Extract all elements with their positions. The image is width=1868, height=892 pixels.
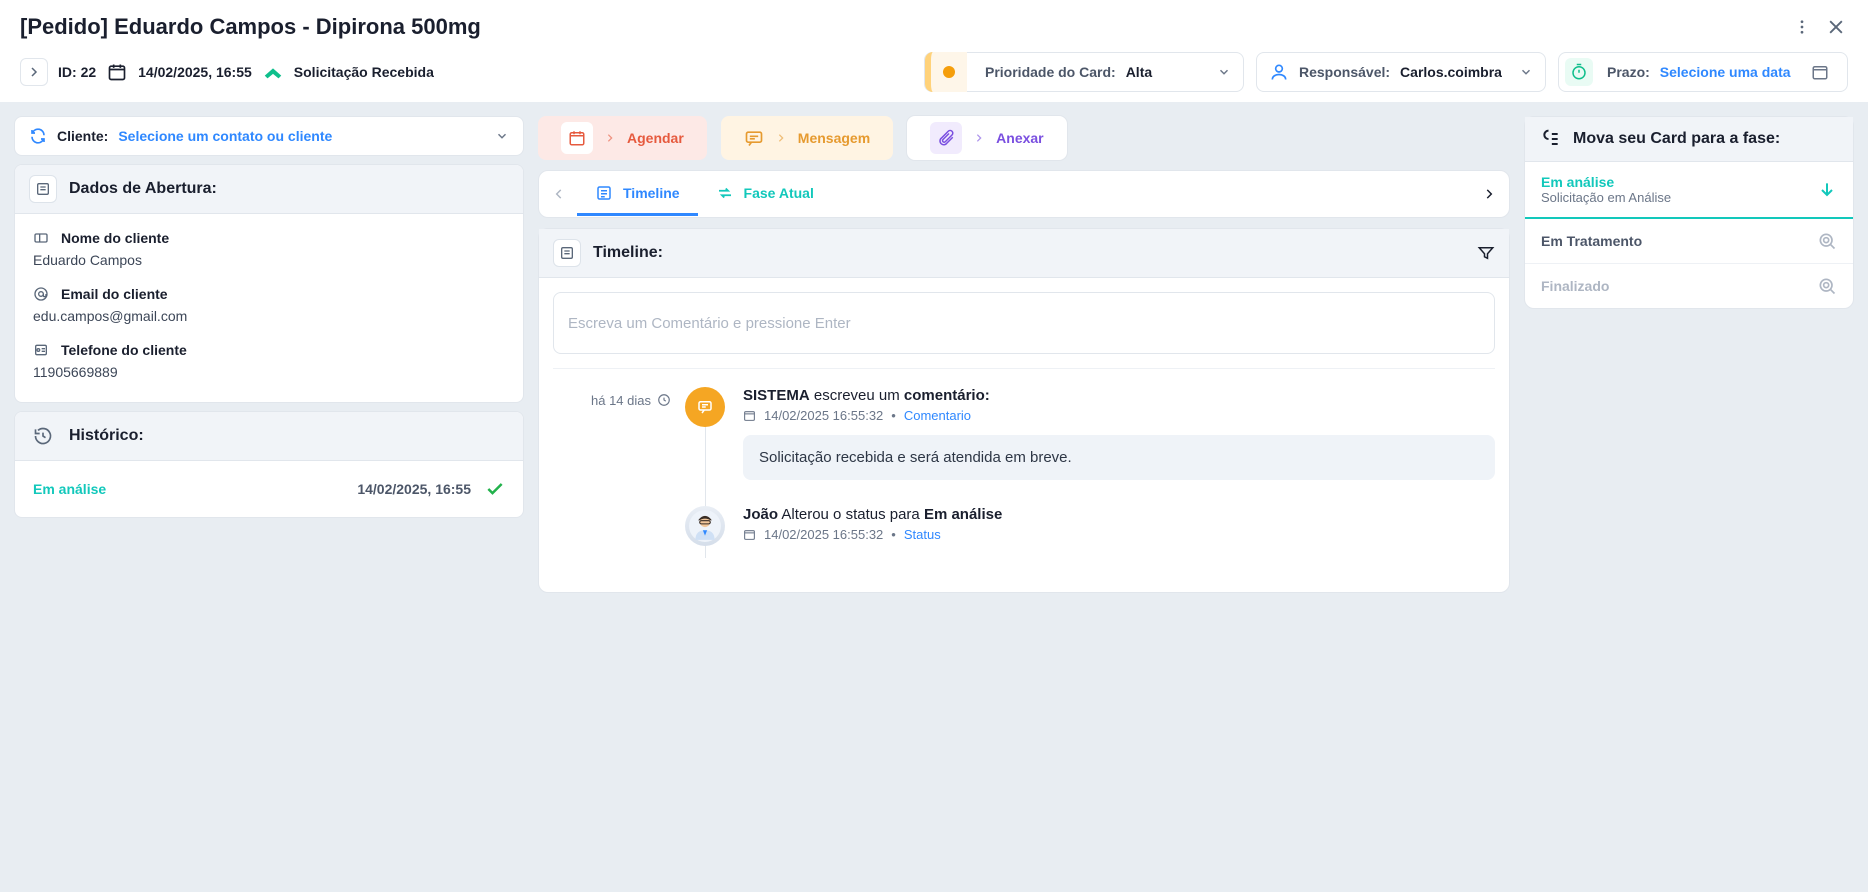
list-icon (595, 184, 613, 202)
tabs-next[interactable] (1471, 187, 1507, 201)
history-item[interactable]: Em análise 14/02/2025, 16:55 (33, 479, 505, 499)
history-phase-name: Em análise (33, 481, 106, 497)
priority-value: Alta (1126, 64, 1152, 80)
field-value-telefone: 11905669889 (33, 364, 505, 380)
entry1-timestamp: 14/02/2025 16:55:32 (764, 408, 883, 423)
responsible-label: Responsável: (1299, 64, 1390, 80)
entry2-timestamp: 14/02/2025 16:55:32 (764, 527, 883, 542)
responsible-selector[interactable]: Responsável: Carlos.coimbra (1256, 52, 1546, 92)
field-value-nome: Eduardo Campos (33, 252, 505, 268)
calendar-small-icon (743, 409, 756, 422)
swap-icon (716, 184, 734, 202)
priority-selector[interactable]: Prioridade do Card: Alta (924, 52, 1244, 92)
page-title: [Pedido] Eduardo Campos - Dipirona 500mg (20, 14, 481, 40)
tab-timeline[interactable]: Timeline (577, 172, 698, 216)
check-icon (485, 479, 505, 499)
calendar-small-icon (1811, 63, 1829, 81)
historico-header: Histórico: (15, 412, 523, 461)
workflow-icon (1541, 129, 1561, 149)
at-icon (33, 286, 51, 302)
phone-icon (33, 342, 51, 358)
avatar-icon (685, 506, 725, 546)
chevron-right-icon (776, 133, 786, 143)
calendar-small-icon (743, 528, 756, 541)
badge-icon (33, 230, 51, 246)
client-placeholder: Selecione um contato ou cliente (118, 128, 332, 144)
deadline-selector[interactable]: Prazo: Selecione uma data (1558, 52, 1848, 92)
timeline-entry-comment: SISTEMA escreveu um comentário: 14/02/20… (743, 387, 1495, 480)
priority-dot-icon (943, 66, 955, 78)
client-selector[interactable]: Cliente: Selecione um contato ou cliente (14, 116, 524, 156)
responsible-value: Carlos.coimbra (1400, 64, 1502, 80)
calendar-icon (106, 61, 128, 83)
more-options-icon[interactable] (1790, 15, 1814, 39)
mensagem-button[interactable]: Mensagem (721, 116, 893, 160)
comment-badge-icon (685, 387, 725, 427)
field-label-telefone: Telefone do cliente (33, 342, 505, 358)
priority-label: Prioridade do Card: (985, 64, 1116, 80)
deadline-label: Prazo: (1607, 64, 1650, 80)
stopwatch-icon (1565, 58, 1593, 86)
client-label: Cliente: (57, 128, 108, 144)
form-icon (29, 175, 57, 203)
entry1-body: Solicitação recebida e será atendida em … (743, 435, 1495, 480)
message-icon (744, 128, 764, 148)
status-icon (262, 61, 284, 83)
phase-em-analise[interactable]: Em análise Solicitação em Análise (1525, 162, 1853, 219)
dados-abertura-header: Dados de Abertura: (15, 165, 523, 214)
clock-icon (657, 393, 671, 407)
entry2-tag: Status (904, 527, 941, 542)
chevron-right-icon (974, 133, 984, 143)
expand-toggle[interactable] (20, 58, 48, 86)
move-phase-header: Mova seu Card para a fase: (1525, 117, 1853, 162)
calendar-action-icon (561, 122, 593, 154)
status-label: Solicitação Recebida (294, 64, 434, 80)
tabs: Timeline Fase Atual (538, 170, 1510, 218)
phase-em-tratamento[interactable]: Em Tratamento (1525, 219, 1853, 264)
anexar-button[interactable]: Anexar (907, 116, 1066, 160)
chevron-right-icon (605, 133, 615, 143)
arrow-down-icon (1817, 180, 1837, 200)
field-label-email: Email do cliente (33, 286, 505, 302)
chevron-down-icon (1519, 65, 1533, 79)
card-id: ID: 22 (58, 64, 96, 80)
history-icon (29, 422, 57, 450)
history-date: 14/02/2025, 16:55 (357, 481, 471, 497)
comment-input[interactable] (553, 292, 1495, 354)
created-datetime: 14/02/2025, 16:55 (138, 64, 252, 80)
deadline-value: Selecione uma data (1660, 64, 1791, 80)
agendar-button[interactable]: Agendar (538, 116, 707, 160)
field-label-nome: Nome do cliente (33, 230, 505, 246)
target-icon (1817, 231, 1837, 251)
timeline-icon (553, 239, 581, 267)
person-icon (1269, 62, 1289, 82)
tabs-prev[interactable] (541, 187, 577, 201)
filter-icon[interactable] (1477, 244, 1495, 262)
tab-fase-atual[interactable]: Fase Atual (698, 172, 832, 216)
entry1-tag: Comentario (904, 408, 971, 423)
timeline-relative-time: há 14 dias (553, 387, 683, 568)
paperclip-icon (930, 122, 962, 154)
field-value-email: edu.campos@gmail.com (33, 308, 505, 324)
chevron-down-icon (1217, 65, 1231, 79)
timeline-header: Timeline: (553, 239, 663, 267)
chevron-down-icon (495, 129, 509, 143)
refresh-icon (29, 127, 47, 145)
target-icon (1817, 276, 1837, 296)
timeline-entry-status: João Alterou o status para Em análise 14… (743, 506, 1495, 542)
close-icon[interactable] (1824, 15, 1848, 39)
phase-finalizado[interactable]: Finalizado (1525, 264, 1853, 308)
